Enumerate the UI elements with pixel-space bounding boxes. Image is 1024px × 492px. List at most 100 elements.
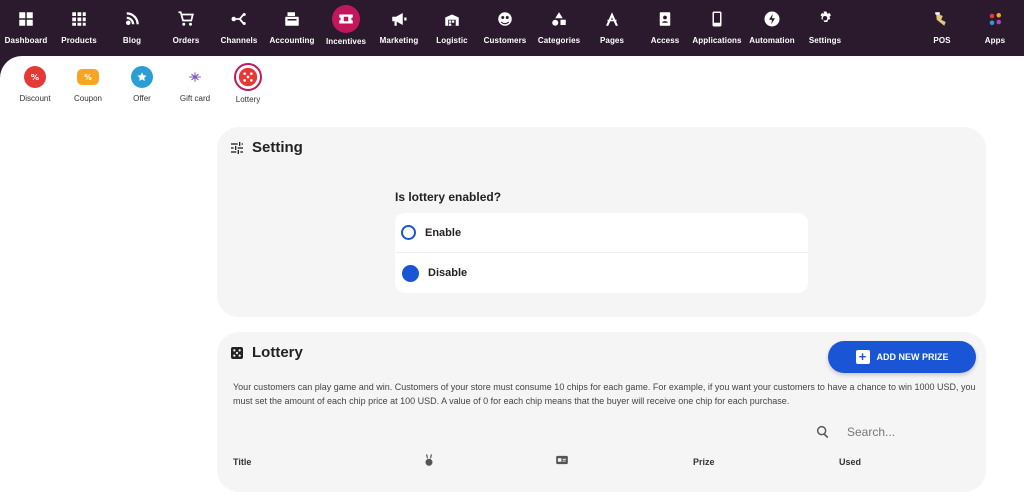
nav-label: Pages bbox=[599, 36, 625, 45]
search-icon[interactable] bbox=[815, 424, 831, 440]
nav-label: Settings bbox=[808, 36, 842, 45]
subnav-coupon[interactable]: % Coupon bbox=[73, 66, 103, 103]
plus-icon: + bbox=[855, 350, 870, 364]
nav-orders[interactable]: Orders bbox=[171, 0, 201, 56]
nav-label: Marketing bbox=[379, 36, 419, 45]
nav-pages[interactable]: Pages bbox=[598, 0, 626, 56]
nav-label: Apps bbox=[984, 36, 1006, 45]
lottery-card: Lottery + ADD NEW PRIZE Your customers c… bbox=[217, 332, 986, 492]
enable-label: Enable bbox=[425, 226, 462, 239]
nav-label: Products bbox=[61, 36, 97, 45]
subnav-label: Lottery bbox=[235, 95, 261, 104]
nav-products[interactable]: Products bbox=[61, 0, 97, 56]
subnav-offer[interactable]: Offer bbox=[130, 66, 154, 103]
nav-access[interactable]: Access bbox=[651, 0, 679, 56]
nav-label: Applications bbox=[692, 36, 742, 45]
dice-icon bbox=[234, 63, 262, 91]
ticket-icon bbox=[332, 5, 360, 33]
top-navigation: Dashboard Products Blog Orders Channels … bbox=[0, 0, 1024, 56]
cart-icon bbox=[173, 6, 199, 32]
setting-card: Setting Is lottery enabled? Enable Disab… bbox=[217, 127, 986, 317]
nav-label: Dashboard bbox=[4, 36, 48, 45]
dashboard-icon bbox=[13, 6, 39, 32]
lottery-title: Lottery bbox=[252, 344, 303, 361]
lottery-description: Your customers can play game and win. Cu… bbox=[233, 382, 976, 406]
pages-icon bbox=[599, 6, 625, 32]
search-input[interactable] bbox=[847, 425, 967, 439]
nav-accounting[interactable]: Accounting bbox=[269, 0, 315, 56]
discount-icon: % bbox=[24, 66, 46, 88]
subnav-gift-card[interactable]: Gift card bbox=[178, 66, 212, 103]
gift-card-icon bbox=[184, 66, 206, 88]
disable-label: Disable bbox=[428, 267, 468, 279]
nav-incentives[interactable]: Incentives bbox=[326, 0, 366, 56]
nav-label: Channels bbox=[220, 36, 258, 45]
nav-applications[interactable]: Applications bbox=[692, 0, 742, 56]
add-new-prize-button[interactable]: + ADD NEW PRIZE bbox=[828, 341, 976, 373]
customers-icon bbox=[492, 6, 518, 32]
megaphone-icon bbox=[386, 6, 412, 32]
svg-text:%: % bbox=[84, 73, 92, 82]
nav-label: Orders bbox=[172, 36, 200, 45]
lottery-enabled-options: Enable Disable bbox=[395, 213, 808, 293]
nav-label: Logistic bbox=[436, 36, 468, 45]
coupon-icon: % bbox=[77, 69, 99, 85]
bolt-icon bbox=[759, 6, 785, 32]
nav-customers[interactable]: Customers bbox=[483, 0, 527, 56]
nav-label: POS bbox=[933, 36, 951, 45]
lottery-header: Lottery bbox=[229, 344, 303, 361]
subnav-lottery[interactable]: Lottery bbox=[234, 63, 262, 104]
subnav-label: Discount bbox=[19, 94, 51, 103]
enable-option[interactable]: Enable bbox=[395, 213, 808, 253]
id-card-icon bbox=[555, 453, 569, 472]
nav-marketing[interactable]: Marketing bbox=[380, 0, 418, 56]
column-used: Used bbox=[839, 457, 862, 467]
disable-radio[interactable] bbox=[402, 264, 419, 282]
nav-categories[interactable]: Categories bbox=[537, 0, 581, 56]
nav-label: Categories bbox=[537, 36, 581, 45]
nav-apps[interactable]: Apps bbox=[984, 0, 1006, 56]
subnav-label: Gift card bbox=[179, 94, 211, 103]
setting-title: Setting bbox=[252, 139, 303, 156]
phone-icon bbox=[704, 6, 730, 32]
nav-label: Access bbox=[650, 36, 680, 45]
setting-header: Setting bbox=[229, 139, 303, 156]
subnav-label: Coupon bbox=[73, 94, 103, 103]
search-bar bbox=[815, 424, 967, 440]
gear-icon bbox=[812, 6, 838, 32]
sliders-icon bbox=[231, 141, 243, 154]
blog-icon bbox=[119, 6, 145, 32]
register-icon bbox=[279, 6, 305, 32]
warehouse-icon bbox=[439, 6, 465, 32]
nav-automation[interactable]: Automation bbox=[749, 0, 795, 56]
nav-channels[interactable]: Channels bbox=[220, 0, 258, 56]
column-title: Title bbox=[233, 457, 252, 467]
products-icon bbox=[66, 6, 92, 32]
lottery-enabled-question: Is lottery enabled? bbox=[395, 190, 502, 204]
nav-label: Incentives bbox=[325, 37, 367, 46]
nav-logistic[interactable]: Logistic bbox=[436, 0, 468, 56]
dice-icon bbox=[231, 346, 243, 359]
nav-label: Accounting bbox=[269, 36, 315, 45]
offer-icon bbox=[131, 66, 153, 88]
column-prize: Prize bbox=[693, 457, 715, 467]
nav-dashboard[interactable]: Dashboard bbox=[4, 0, 48, 56]
enable-radio[interactable] bbox=[401, 225, 416, 240]
subnav-discount[interactable]: % Discount bbox=[18, 66, 52, 103]
access-icon bbox=[652, 6, 678, 32]
nav-label: Customers bbox=[483, 36, 527, 45]
nav-label: Automation bbox=[749, 36, 795, 45]
pos-icon bbox=[929, 6, 955, 32]
nav-label: Blog bbox=[122, 36, 142, 45]
nav-blog[interactable]: Blog bbox=[120, 0, 144, 56]
channels-icon bbox=[226, 6, 252, 32]
apps-icon bbox=[982, 6, 1008, 32]
add-new-prize-label: ADD NEW PRIZE bbox=[876, 352, 949, 362]
nav-pos[interactable]: POS bbox=[930, 0, 954, 56]
subnav-label: Offer bbox=[133, 94, 151, 103]
nav-settings[interactable]: Settings bbox=[808, 0, 842, 56]
bunny-icon bbox=[422, 453, 436, 472]
categories-icon bbox=[546, 6, 572, 32]
disable-option[interactable]: Disable bbox=[395, 253, 808, 293]
svg-text:%: % bbox=[31, 72, 39, 82]
